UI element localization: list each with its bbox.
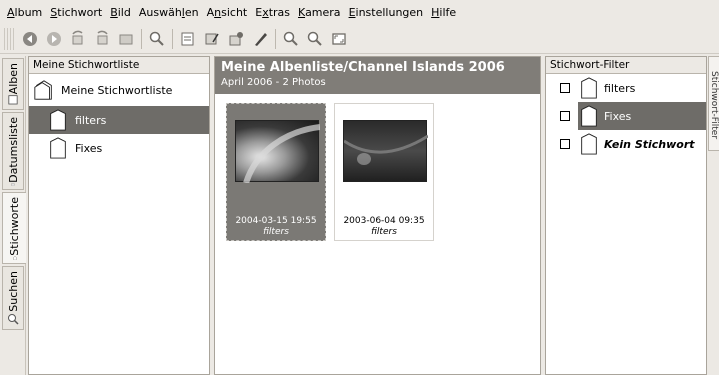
menubar: Album Stichwort Bild Auswählen Ansicht E… <box>0 0 719 24</box>
zoom-out-icon[interactable] <box>304 28 326 50</box>
menu-einstellungen[interactable]: Einstellungen <box>345 6 428 19</box>
menu-ansicht[interactable]: Ansicht <box>203 6 252 19</box>
photo-image <box>235 120 321 184</box>
menu-album[interactable]: Album <box>3 6 46 19</box>
menu-kamera[interactable]: Kamera <box>294 6 345 19</box>
calendar-icon <box>11 183 15 186</box>
tab-datumsliste[interactable]: Datumsliste <box>2 112 24 190</box>
image-icon[interactable] <box>115 28 137 50</box>
tab-suchen[interactable]: Suchen <box>2 266 24 330</box>
tab-suchen-label: Suchen <box>6 271 20 312</box>
keyword-root[interactable]: Meine Stichwortliste <box>29 74 209 106</box>
toolbar-separator <box>141 28 142 49</box>
tag-icon <box>34 80 52 100</box>
filter-item-highlight: Fixes <box>578 102 706 130</box>
toolbar-separator <box>172 28 173 49</box>
tag-icon <box>13 255 16 260</box>
photo-thumbnail[interactable]: 2004-03-15 19:55 filters <box>226 103 326 241</box>
edit-comment-icon[interactable] <box>177 28 199 50</box>
photo-keyword: filters <box>371 227 397 237</box>
photo-image <box>343 120 429 182</box>
photo-thumbnail[interactable]: 2003-06-04 09:35 filters <box>334 103 434 241</box>
menu-extras[interactable]: Extras <box>251 6 294 19</box>
album-header: Meine Albenliste/Channel Islands 2006 Ap… <box>215 57 540 94</box>
filter-item-label: Fixes <box>604 109 632 123</box>
menu-bild[interactable]: Bild <box>106 6 135 19</box>
menu-hilfe[interactable]: Hilfe <box>427 6 460 19</box>
photo-date: 2004-03-15 19:55 <box>235 216 317 226</box>
toolbar-grip[interactable] <box>4 27 14 50</box>
album-title: Meine Albenliste/Channel Islands 2006 <box>221 60 505 75</box>
fullscreen-icon[interactable] <box>328 28 350 50</box>
keyword-root-label: Meine Stichwortliste <box>61 83 173 97</box>
tab-stichwort-filter-label: Stichwort-Filter <box>709 71 719 140</box>
album-view-panel: Meine Albenliste/Channel Islands 2006 Ap… <box>214 56 541 375</box>
tag-icon <box>581 105 597 127</box>
album-subtitle: April 2006 - 2 Photos <box>221 77 326 88</box>
keyword-filter-panel: Stichwort-Filter filters Fixes Kein Stic… <box>545 56 707 375</box>
rotate-right-icon[interactable] <box>91 28 113 50</box>
filter-item-label: Kein Stichwort <box>604 137 695 151</box>
keyword-item-fixes[interactable]: Fixes <box>29 134 209 162</box>
keyword-item-filters[interactable]: filters <box>29 106 209 134</box>
toolbar <box>0 24 719 54</box>
tab-stichworte[interactable]: Stichworte <box>2 192 26 264</box>
photo-date: 2003-06-04 09:35 <box>343 216 425 226</box>
menu-stichwort[interactable]: Stichwort <box>46 6 106 19</box>
zoom-in-icon[interactable] <box>280 28 302 50</box>
filter-checkbox[interactable] <box>560 111 570 121</box>
tag-icon <box>581 77 597 99</box>
filter-item-fixes[interactable]: Fixes <box>546 102 706 130</box>
filter-checkbox[interactable] <box>560 83 570 93</box>
keyword-list-panel: Meine Stichwortliste Meine Stichwortlist… <box>28 56 210 375</box>
filter-item-label: filters <box>604 81 636 95</box>
forward-icon[interactable] <box>43 28 65 50</box>
search-icon[interactable] <box>146 28 168 50</box>
back-icon[interactable] <box>19 28 41 50</box>
tab-alben-label: Alben <box>6 63 20 95</box>
tab-datumsliste-label: Datumsliste <box>6 117 20 183</box>
tab-stichwort-filter[interactable]: Stichwort-Filter <box>708 56 719 151</box>
side-tabs: Alben Datumsliste Stichworte Suchen <box>0 56 26 375</box>
keyword-item-label: Fixes <box>75 141 103 155</box>
photo-content <box>243 124 321 184</box>
search-icon <box>8 313 19 325</box>
photo-content <box>343 134 429 165</box>
tag-icon <box>50 109 66 131</box>
album-icon <box>8 95 18 105</box>
keyword-list-header: Meine Stichwortliste <box>29 57 209 74</box>
keyword-item-label: filters <box>75 113 107 127</box>
keyword-filter-header: Stichwort-Filter <box>546 57 706 74</box>
properties-icon[interactable] <box>225 28 247 50</box>
edit-image-icon[interactable] <box>201 28 223 50</box>
tab-alben[interactable]: Alben <box>2 58 24 110</box>
tag-icon <box>581 133 597 155</box>
tab-stichworte-label: Stichworte <box>8 197 21 256</box>
rotate-left-icon[interactable] <box>67 28 89 50</box>
filter-checkbox[interactable] <box>560 139 570 149</box>
toolbar-separator <box>275 28 276 49</box>
pen-icon[interactable] <box>249 28 271 50</box>
filter-item-filters[interactable]: filters <box>546 74 706 102</box>
photo-keyword: filters <box>263 227 289 237</box>
filter-item-kein-stichwort[interactable]: Kein Stichwort <box>546 130 706 158</box>
tag-icon <box>50 137 66 159</box>
menu-auswaehlen[interactable]: Auswählen <box>135 6 203 19</box>
